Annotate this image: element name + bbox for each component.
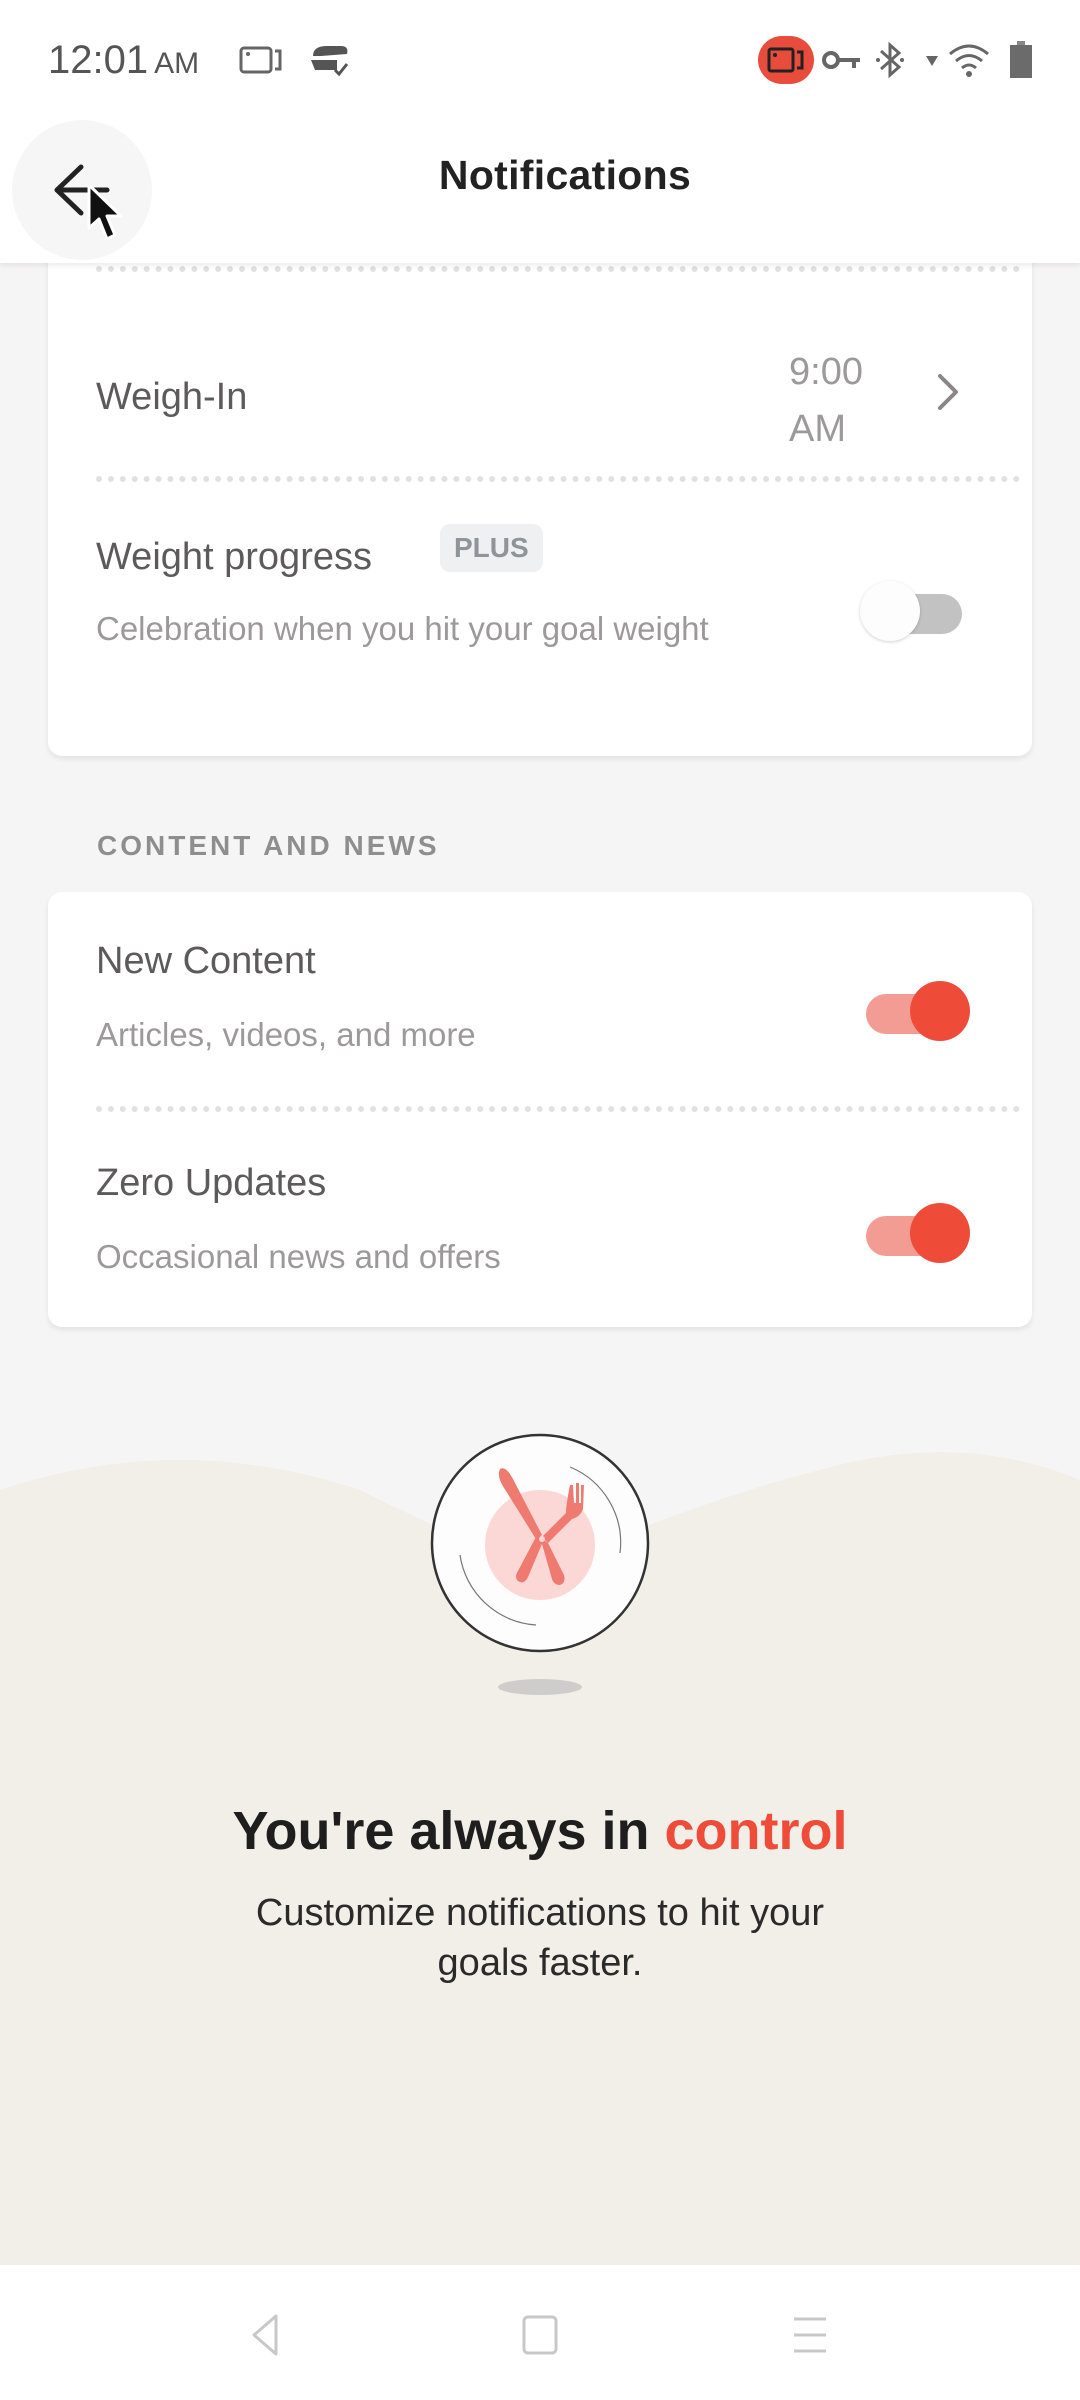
- battery-icon: [1006, 40, 1036, 80]
- zero-updates-description: Occasional news and offers: [96, 1238, 501, 1275]
- weight-progress-toggle[interactable]: [860, 580, 970, 641]
- divider: [96, 476, 1020, 482]
- chevron-right-icon: [936, 372, 960, 417]
- page-title: Notifications: [438, 152, 692, 198]
- square-home-icon: [522, 2315, 558, 2355]
- reminders-card: Weigh-In 9:00 AM Weight progress PLUS Ce…: [48, 230, 1032, 756]
- weigh-in-time: 9:00 AM: [789, 351, 863, 450]
- weigh-in-title: Weigh-In: [96, 376, 248, 418]
- new-content-toggle[interactable]: [860, 980, 970, 1041]
- nav-recents-button[interactable]: [770, 2295, 850, 2375]
- mouse-cursor-icon: [86, 182, 130, 249]
- zero-updates-title: Zero Updates: [96, 1162, 327, 1204]
- new-content-description: Articles, videos, and more: [96, 1016, 476, 1053]
- recording-active-icon: [758, 36, 814, 84]
- nav-back-button[interactable]: [226, 2295, 306, 2375]
- promo-subtitle: Customize notifications to hit your goal…: [255, 1892, 825, 1984]
- plate-illustration: [420, 1425, 660, 1705]
- weight-progress-row: Weight progress PLUS Celebration when yo…: [48, 484, 1032, 756]
- bluetooth-icon: [872, 40, 908, 80]
- new-content-title: New Content: [96, 940, 316, 982]
- menu-lines-icon: [794, 2317, 826, 2353]
- status-bar: 12:01 AM: [0, 0, 1080, 120]
- plate-shadow: [498, 1679, 582, 1695]
- vpn-sync-icon: [305, 40, 353, 80]
- plus-badge: PLUS: [440, 524, 543, 572]
- app-header: Notifications: [0, 120, 1080, 263]
- content-news-card: New Content Articles, videos, and more Z…: [48, 892, 1032, 1327]
- nav-home-button[interactable]: [500, 2295, 580, 2375]
- weight-progress-title: Weight progress: [96, 536, 372, 578]
- zero-updates-row: Zero Updates Occasional news and offers: [48, 1114, 1032, 1327]
- system-nav-bar: [0, 2265, 1080, 2400]
- promo-headline: You're always in control: [232, 1801, 848, 1861]
- screen-record-icon: [238, 40, 284, 80]
- zero-updates-toggle[interactable]: [860, 1202, 970, 1263]
- signal-icon: [924, 40, 940, 80]
- vpn-key-icon: [822, 40, 862, 80]
- weigh-in-row[interactable]: Weigh-In 9:00 AM: [48, 274, 1032, 478]
- section-label: CONTENT AND NEWS: [97, 830, 440, 861]
- new-content-row: New Content Articles, videos, and more: [48, 892, 1032, 1108]
- status-time: 12:01 AM: [48, 38, 200, 82]
- divider: [96, 1106, 1020, 1112]
- weight-progress-description: Celebration when you hit your goal weigh…: [96, 610, 709, 647]
- divider: [96, 266, 1020, 272]
- wifi-icon: [946, 40, 992, 80]
- triangle-back-icon: [252, 2314, 278, 2356]
